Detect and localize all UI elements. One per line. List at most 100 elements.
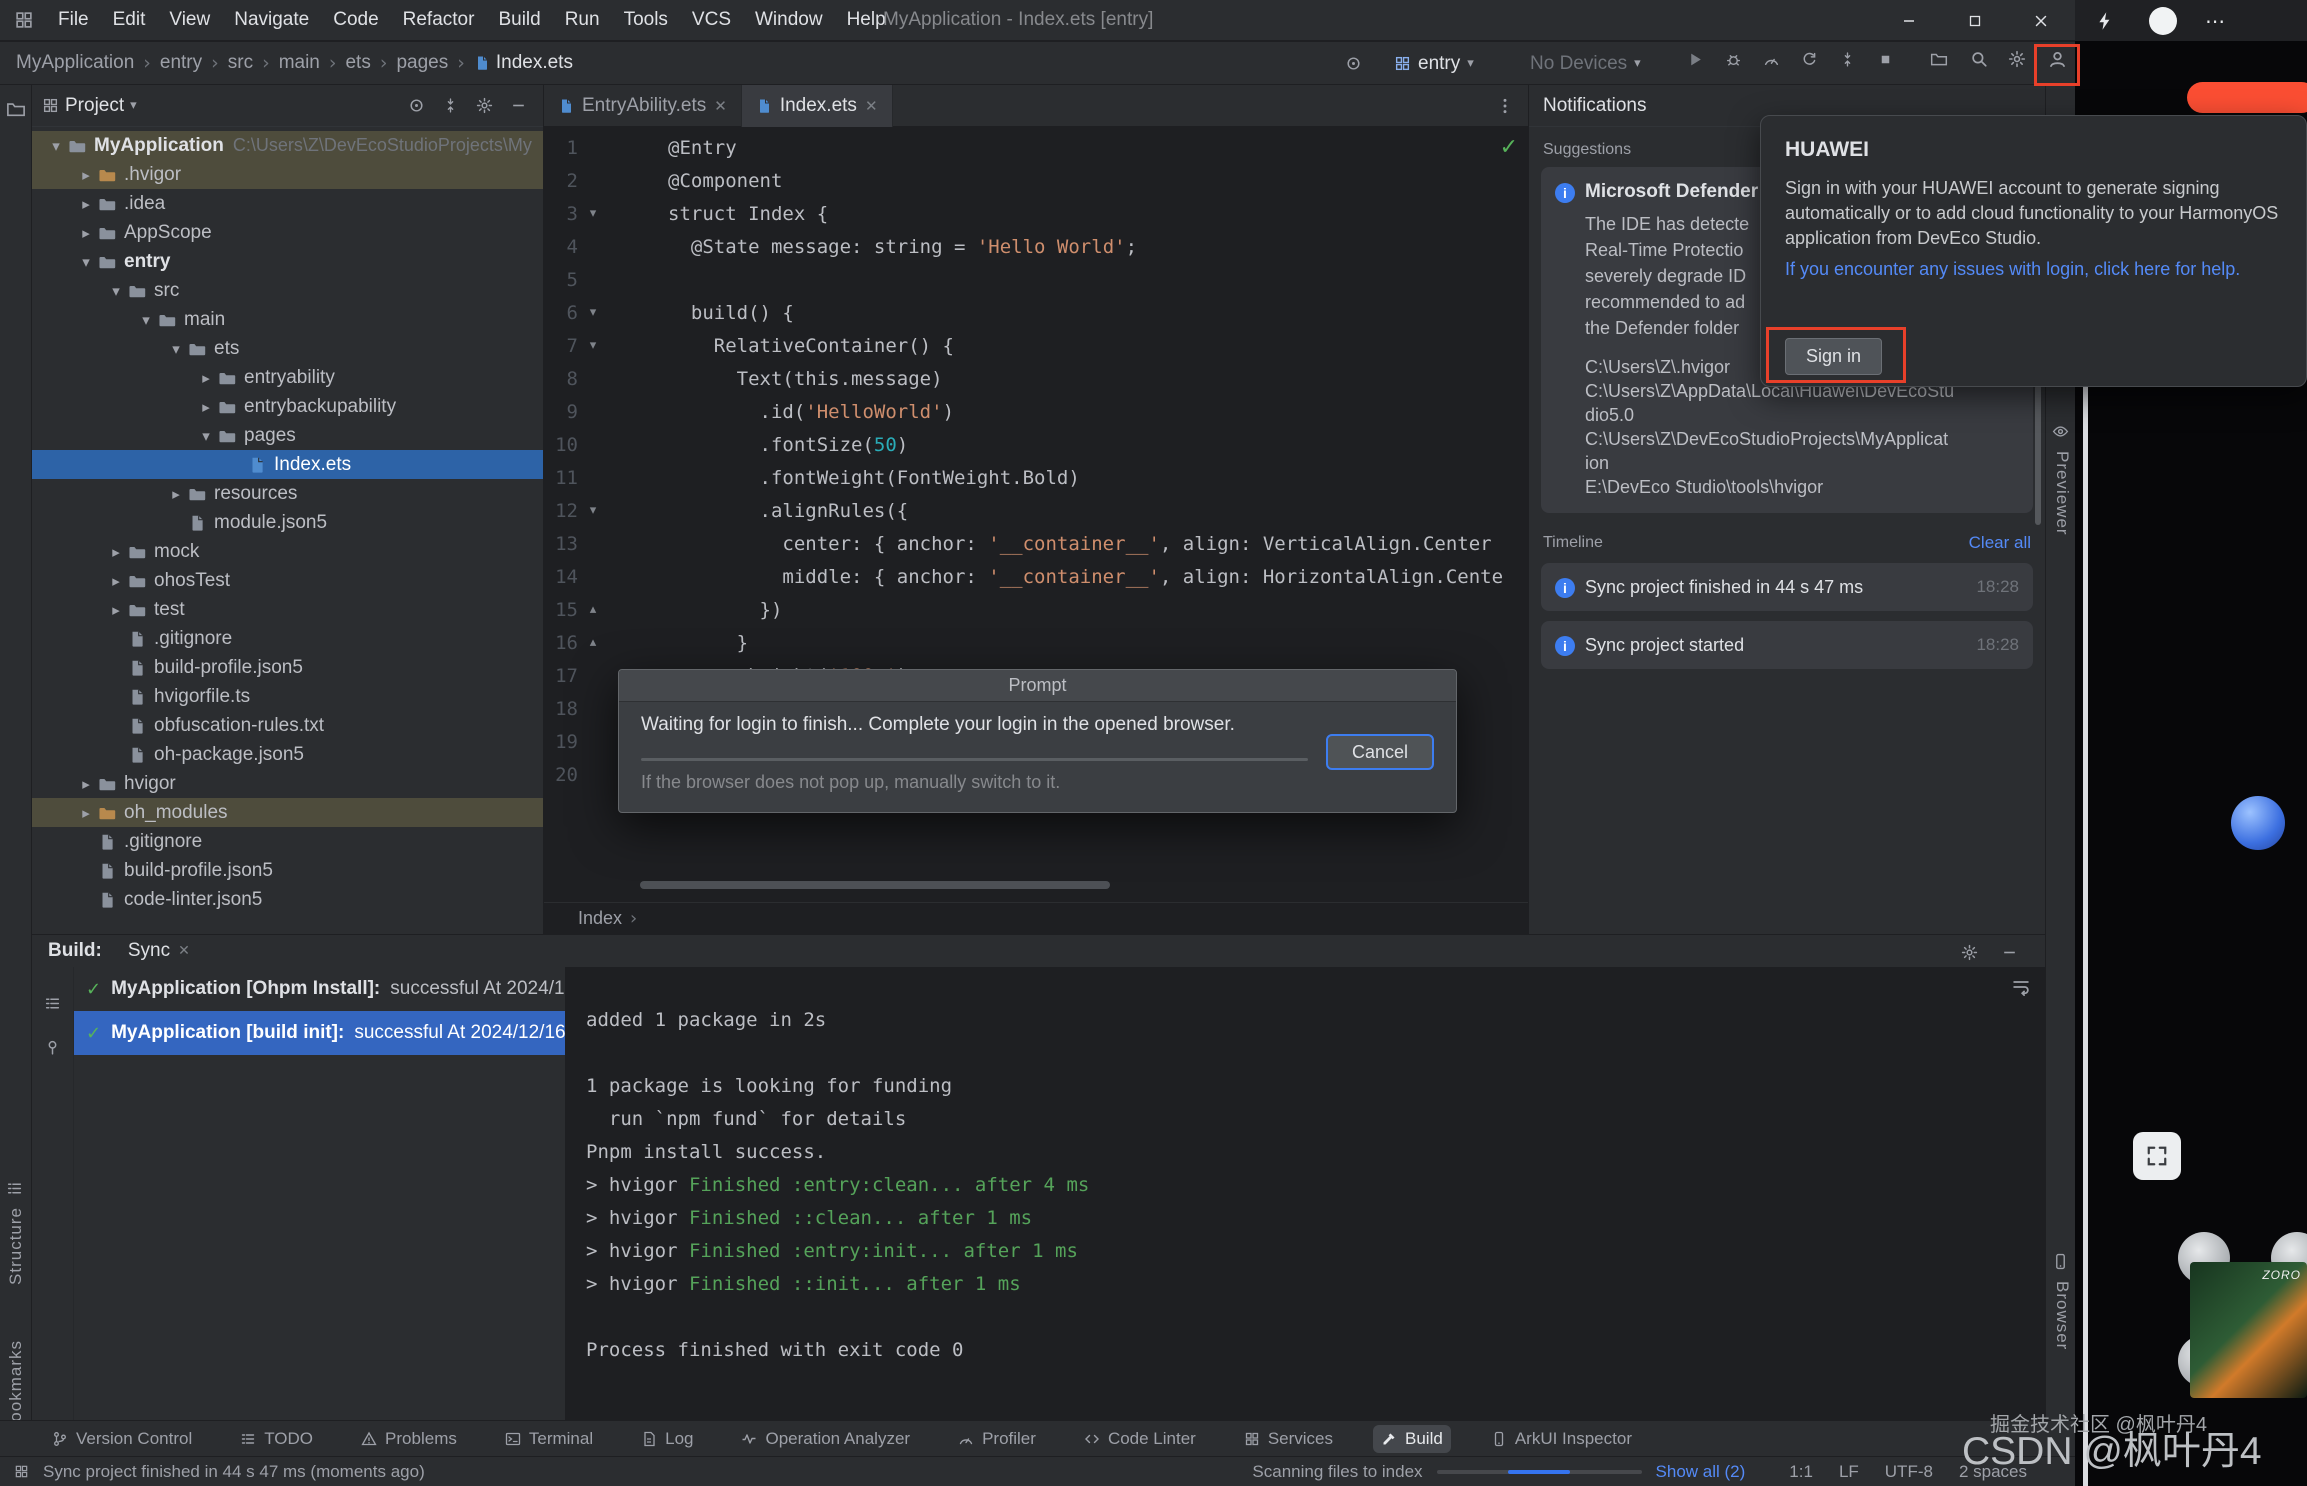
sync-status-icon[interactable] bbox=[1336, 42, 1370, 85]
follow-button[interactable] bbox=[2187, 82, 2307, 113]
tree-item-test[interactable]: ▸test bbox=[32, 595, 543, 624]
build-settings-icon[interactable] bbox=[1957, 940, 1981, 964]
timeline-event[interactable]: i Sync project finished in 44 s 47 ms 18… bbox=[1541, 563, 2033, 611]
tree-item-entrybackupability[interactable]: ▸entrybackupability bbox=[32, 392, 543, 421]
tree-item-resources[interactable]: ▸resources bbox=[32, 479, 543, 508]
minimize-button[interactable] bbox=[1878, 0, 1940, 41]
toolwindow-build[interactable]: Build bbox=[1373, 1425, 1451, 1453]
tree-item-oh-modules[interactable]: ▸oh_modules bbox=[32, 798, 543, 827]
toolwindow-arkui-inspector[interactable]: ArkUI Inspector bbox=[1483, 1425, 1640, 1453]
tree-item-code-linter[interactable]: code-linter.json5 bbox=[32, 885, 543, 914]
menu-build[interactable]: Build bbox=[488, 5, 550, 35]
pin-icon[interactable] bbox=[44, 1039, 61, 1056]
toolwindow-terminal[interactable]: Terminal bbox=[497, 1425, 601, 1453]
extension-zap-icon[interactable] bbox=[2095, 11, 2115, 31]
status-grid-icon[interactable] bbox=[14, 1464, 29, 1479]
menu-code[interactable]: Code bbox=[323, 5, 388, 35]
breadcrumb-project[interactable]: MyApplication bbox=[16, 52, 134, 74]
restart-button[interactable] bbox=[1792, 42, 1826, 76]
floating-assistant-button[interactable] bbox=[2231, 796, 2285, 850]
close-button[interactable] bbox=[2010, 0, 2072, 41]
toolwindow-log[interactable]: Log bbox=[633, 1425, 701, 1453]
build-result-row[interactable]: ✓ MyApplication [Ohpm Install]: successf… bbox=[74, 967, 565, 1011]
project-panel-title[interactable]: Project bbox=[65, 95, 124, 117]
panel-options-button[interactable] bbox=[469, 91, 499, 121]
toolwindow-operation-analyzer[interactable]: Operation Analyzer bbox=[733, 1425, 918, 1453]
breadcrumb-main[interactable]: main bbox=[279, 52, 320, 74]
search-everywhere-button[interactable] bbox=[1962, 42, 1996, 76]
stop-button[interactable] bbox=[1868, 42, 1902, 76]
file-encoding[interactable]: UTF-8 bbox=[1885, 1462, 1933, 1482]
toolwindow-code-linter[interactable]: Code Linter bbox=[1076, 1425, 1204, 1453]
profiler-button[interactable] bbox=[1754, 42, 1788, 76]
tree-item-gitignore-entry[interactable]: .gitignore bbox=[32, 624, 543, 653]
fullscreen-button[interactable] bbox=[2133, 1132, 2181, 1180]
hide-build-panel-icon[interactable] bbox=[1997, 940, 2021, 964]
tree-item-build-profile-root[interactable]: build-profile.json5 bbox=[32, 856, 543, 885]
toolwindow-problems[interactable]: Problems bbox=[353, 1425, 465, 1453]
horizontal-scrollbar[interactable] bbox=[640, 881, 1110, 889]
tree-item-obfuscation-rules[interactable]: obfuscation-rules.txt bbox=[32, 711, 543, 740]
toolwindow-services[interactable]: Services bbox=[1236, 1425, 1341, 1453]
menu-run[interactable]: Run bbox=[555, 5, 610, 35]
build-console[interactable]: added 1 package in 2s 1 package is looki… bbox=[566, 967, 2045, 1420]
tree-item-entry[interactable]: ▾entry bbox=[32, 247, 543, 276]
hide-panel-button[interactable] bbox=[503, 91, 533, 121]
filter-icon[interactable] bbox=[44, 995, 61, 1012]
menu-refactor[interactable]: Refactor bbox=[393, 5, 485, 35]
tree-item-index-ets[interactable]: Index.ets bbox=[32, 450, 543, 479]
breadcrumb-ets[interactable]: ets bbox=[345, 52, 370, 74]
tab-entryability[interactable]: EntryAbility.ets✕ bbox=[544, 85, 742, 127]
menu-tools[interactable]: Tools bbox=[614, 5, 678, 35]
timeline-event[interactable]: i Sync project started 18:28 bbox=[1541, 621, 2033, 669]
menu-file[interactable]: File bbox=[48, 5, 99, 35]
coverage-button[interactable] bbox=[1830, 42, 1864, 76]
tree-item-myapplication[interactable]: ▾MyApplicationC:\Users\Z\DevEcoStudioPro… bbox=[32, 131, 543, 160]
breadcrumb-pages[interactable]: pages bbox=[396, 52, 448, 74]
menu-window[interactable]: Window bbox=[745, 5, 833, 35]
tree-item-idea[interactable]: ▸.idea bbox=[32, 189, 543, 218]
toolwindow-todo[interactable]: TODO bbox=[232, 1425, 321, 1453]
breadcrumb-struct[interactable]: Index bbox=[578, 908, 622, 929]
breadcrumb-src[interactable]: src bbox=[228, 52, 253, 74]
tree-item-pages[interactable]: ▾pages bbox=[32, 421, 543, 450]
toolwindow-profiler[interactable]: Profiler bbox=[950, 1425, 1044, 1453]
close-tab-icon[interactable]: ✕ bbox=[714, 97, 727, 115]
tab-index[interactable]: Index.ets✕ bbox=[742, 85, 893, 127]
tree-item-build-profile-entry[interactable]: build-profile.json5 bbox=[32, 653, 543, 682]
collapse-all-button[interactable] bbox=[435, 91, 465, 121]
browser-scrollbar[interactable] bbox=[2083, 372, 2088, 1486]
device-file-browser-icon[interactable] bbox=[2052, 1253, 2069, 1270]
debug-button[interactable] bbox=[1716, 42, 1750, 76]
tree-item-src[interactable]: ▾src bbox=[32, 276, 543, 305]
tree-item-hvigor-dir[interactable]: ▸.hvigor bbox=[32, 160, 543, 189]
menu-vcs[interactable]: VCS bbox=[682, 5, 741, 35]
tree-item-oh-package[interactable]: oh-package.json5 bbox=[32, 740, 543, 769]
tab-sync[interactable]: Sync✕ bbox=[128, 940, 190, 962]
line-ending[interactable]: LF bbox=[1839, 1462, 1859, 1482]
clear-all-link[interactable]: Clear all bbox=[1969, 533, 2031, 553]
tree-item-hvigorfile[interactable]: hvigorfile.ts bbox=[32, 682, 543, 711]
build-result-row[interactable]: ✓ MyApplication [build init]: successful… bbox=[74, 1011, 565, 1055]
breadcrumb-file[interactable]: Index.ets bbox=[474, 52, 573, 74]
run-button[interactable] bbox=[1678, 42, 1712, 76]
close-tab-icon[interactable]: ✕ bbox=[178, 943, 190, 959]
cancel-button[interactable]: Cancel bbox=[1326, 734, 1434, 770]
toolwindow-version-control[interactable]: Version Control bbox=[44, 1425, 200, 1453]
show-all-link[interactable]: Show all (2) bbox=[1656, 1462, 1746, 1482]
locate-file-button[interactable] bbox=[401, 91, 431, 121]
tab-options-icon[interactable] bbox=[1496, 97, 1514, 115]
stripe-structure[interactable]: Structure bbox=[6, 1207, 26, 1285]
caret-position[interactable]: 1:1 bbox=[1789, 1462, 1813, 1482]
inspection-ok-icon[interactable]: ✓ bbox=[1500, 135, 1518, 160]
maximize-button[interactable] bbox=[1944, 0, 2006, 41]
notifications-scrollbar[interactable] bbox=[2035, 385, 2041, 525]
tree-item-module-json5[interactable]: module.json5 bbox=[32, 508, 543, 537]
tree-item-appscope[interactable]: ▸AppScope bbox=[32, 218, 543, 247]
structure-stripe-icon[interactable] bbox=[6, 1180, 23, 1197]
app-logo-icon[interactable] bbox=[14, 10, 34, 30]
menu-navigate[interactable]: Navigate bbox=[224, 5, 319, 35]
tree-item-hvigor-root[interactable]: ▸hvigor bbox=[32, 769, 543, 798]
menu-edit[interactable]: Edit bbox=[103, 5, 156, 35]
settings-button[interactable] bbox=[2000, 42, 2034, 76]
